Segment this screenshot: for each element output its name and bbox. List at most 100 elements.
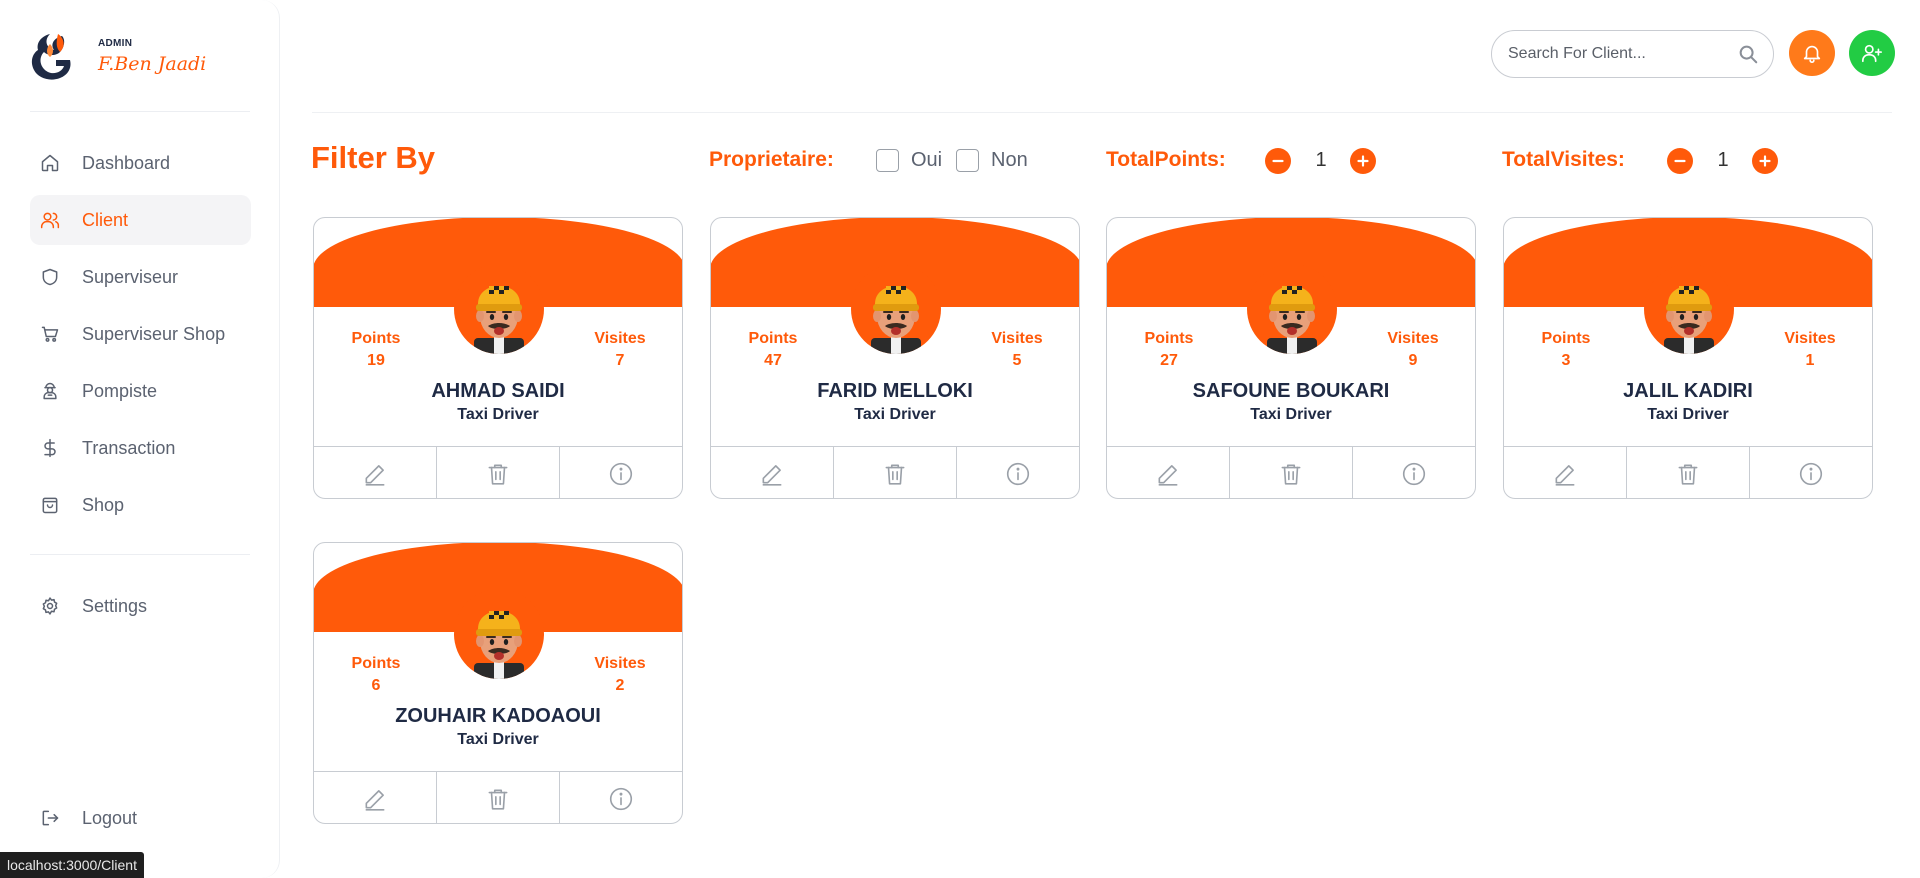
sidebar-item-label: Settings: [82, 595, 148, 616]
trash-icon: [1678, 464, 1698, 485]
visites-label: Visites: [1387, 330, 1439, 347]
non-label: Non: [991, 149, 1028, 171]
sidebar-item-superviseur[interactable]: Superviseur: [30, 252, 251, 302]
totalpoints-decrement-button[interactable]: [1265, 148, 1291, 174]
search-icon[interactable]: [1737, 43, 1759, 65]
edit-button[interactable]: [1107, 447, 1230, 498]
edit-button[interactable]: [711, 447, 834, 498]
user-plus-icon: [1862, 44, 1882, 63]
details-button[interactable]: [560, 447, 682, 498]
delete-button[interactable]: [1230, 447, 1353, 498]
client-role: Taxi Driver: [1250, 406, 1332, 423]
cart-icon: [41, 326, 59, 342]
sidebar-divider: [30, 554, 250, 555]
totalvisites-value: 1: [1717, 149, 1729, 171]
sidebar-item-label: Pompiste: [82, 380, 158, 401]
add-user-button[interactable]: [1849, 30, 1895, 76]
oui-checkbox[interactable]: Oui: [876, 149, 942, 172]
sidebar-item-pompiste[interactable]: Pompiste: [30, 366, 251, 416]
sidebar-item-transaction[interactable]: Transaction: [30, 423, 251, 473]
oui-label: Oui: [911, 149, 943, 171]
minus-icon: [1272, 159, 1284, 163]
logout-nav: Logout: [30, 793, 251, 850]
totalpoints-value: 1: [1315, 149, 1327, 171]
brand-name: F.Ben Jaadi: [98, 52, 207, 75]
brand-logo-icon: [31, 34, 71, 80]
client-name: AHMAD SAIDI: [431, 380, 565, 402]
delete-button[interactable]: [437, 772, 560, 823]
delete-button[interactable]: [1627, 447, 1750, 498]
sidebar-nav: Dashboard Client Superviseur Superviseur…: [30, 138, 251, 537]
visites-value: 1: [1805, 352, 1815, 369]
sidebar-item-dashboard[interactable]: Dashboard: [30, 138, 251, 188]
totalvisites-increment-button[interactable]: [1752, 148, 1778, 174]
points-stat: Points 19: [331, 328, 421, 372]
info-icon: [609, 462, 633, 485]
sidebar-item-label: Shop: [82, 494, 125, 515]
visites-label: Visites: [1784, 330, 1836, 347]
details-button[interactable]: [1353, 447, 1475, 498]
logout-button[interactable]: Logout: [30, 793, 251, 843]
client-card: Points 3 Visites 1 JALIL KADIRI Taxi Dri…: [1503, 217, 1873, 499]
points-value: 6: [371, 677, 381, 694]
details-button[interactable]: [1750, 447, 1872, 498]
totalpoints-increment-button[interactable]: [1350, 148, 1376, 174]
client-role: Taxi Driver: [1647, 406, 1729, 423]
taxi-driver-avatar: [454, 589, 544, 679]
checkbox-box[interactable]: [876, 149, 899, 172]
pencil-icon: [1158, 464, 1178, 486]
users-icon: [40, 212, 60, 229]
details-button[interactable]: [957, 447, 1079, 498]
edit-button[interactable]: [314, 772, 437, 823]
edit-button[interactable]: [1504, 447, 1627, 498]
sidebar-item-label: Client: [82, 209, 129, 230]
search-input[interactable]: [1508, 45, 1728, 63]
details-button[interactable]: [560, 772, 682, 823]
visites-stat: Visites 9: [1368, 328, 1458, 372]
visites-value: 5: [1012, 352, 1022, 369]
visites-value: 7: [615, 352, 625, 369]
client-card: Points 47 Visites 5 FARID MELLOKI Taxi D…: [710, 217, 1080, 499]
trash-icon: [1281, 464, 1301, 485]
card-actions: [1107, 446, 1475, 498]
visites-label: Visites: [594, 330, 646, 347]
search-box[interactable]: [1491, 30, 1774, 78]
client-card: Points 6 Visites 2 ZOUHAIR KADOAOUI Taxi…: [313, 542, 683, 824]
notifications-button[interactable]: [1789, 30, 1835, 76]
info-icon: [1799, 462, 1823, 485]
sidebar-item-client[interactable]: Client: [30, 195, 251, 245]
taxi-driver-avatar: [851, 264, 941, 354]
logout-icon: [42, 810, 59, 826]
edit-button[interactable]: [314, 447, 437, 498]
brand[interactable]: ADMIN F.Ben Jaadi: [28, 30, 206, 82]
non-checkbox[interactable]: Non: [956, 149, 1028, 172]
visites-stat: Visites 5: [972, 328, 1062, 372]
pencil-icon: [365, 789, 385, 811]
points-label: Points: [748, 330, 798, 347]
points-label: Points: [351, 330, 401, 347]
totalvisites-decrement-button[interactable]: [1667, 148, 1693, 174]
sidebar-item-settings[interactable]: Settings: [30, 581, 251, 631]
sidebar-item-label: Superviseur: [82, 266, 179, 287]
visites-label: Visites: [594, 655, 646, 672]
info-icon: [1006, 462, 1030, 485]
delete-button[interactable]: [437, 447, 560, 498]
visites-value: 9: [1408, 352, 1418, 369]
pencil-icon: [1555, 464, 1575, 486]
settings-nav: Settings: [30, 581, 251, 638]
header-divider: [312, 112, 1892, 113]
sidebar-item-label: Superviseur Shop: [82, 323, 226, 344]
totalvisites-label: TotalVisites:: [1502, 148, 1625, 171]
visites-stat: Visites 7: [575, 328, 665, 372]
trash-icon: [488, 464, 508, 485]
sidebar-item-shop[interactable]: Shop: [30, 480, 251, 530]
sidebar-item-superviseur-shop[interactable]: Superviseur Shop: [30, 309, 251, 359]
delete-button[interactable]: [834, 447, 957, 498]
checkbox-box[interactable]: [956, 149, 979, 172]
bell-icon: [1803, 45, 1821, 63]
sidebar: ADMIN F.Ben Jaadi Dashboard Client Super…: [0, 0, 280, 878]
taxi-driver-avatar: [454, 264, 544, 354]
trash-icon: [488, 789, 508, 810]
pencil-icon: [365, 464, 385, 486]
points-stat: Points 3: [1521, 328, 1611, 372]
